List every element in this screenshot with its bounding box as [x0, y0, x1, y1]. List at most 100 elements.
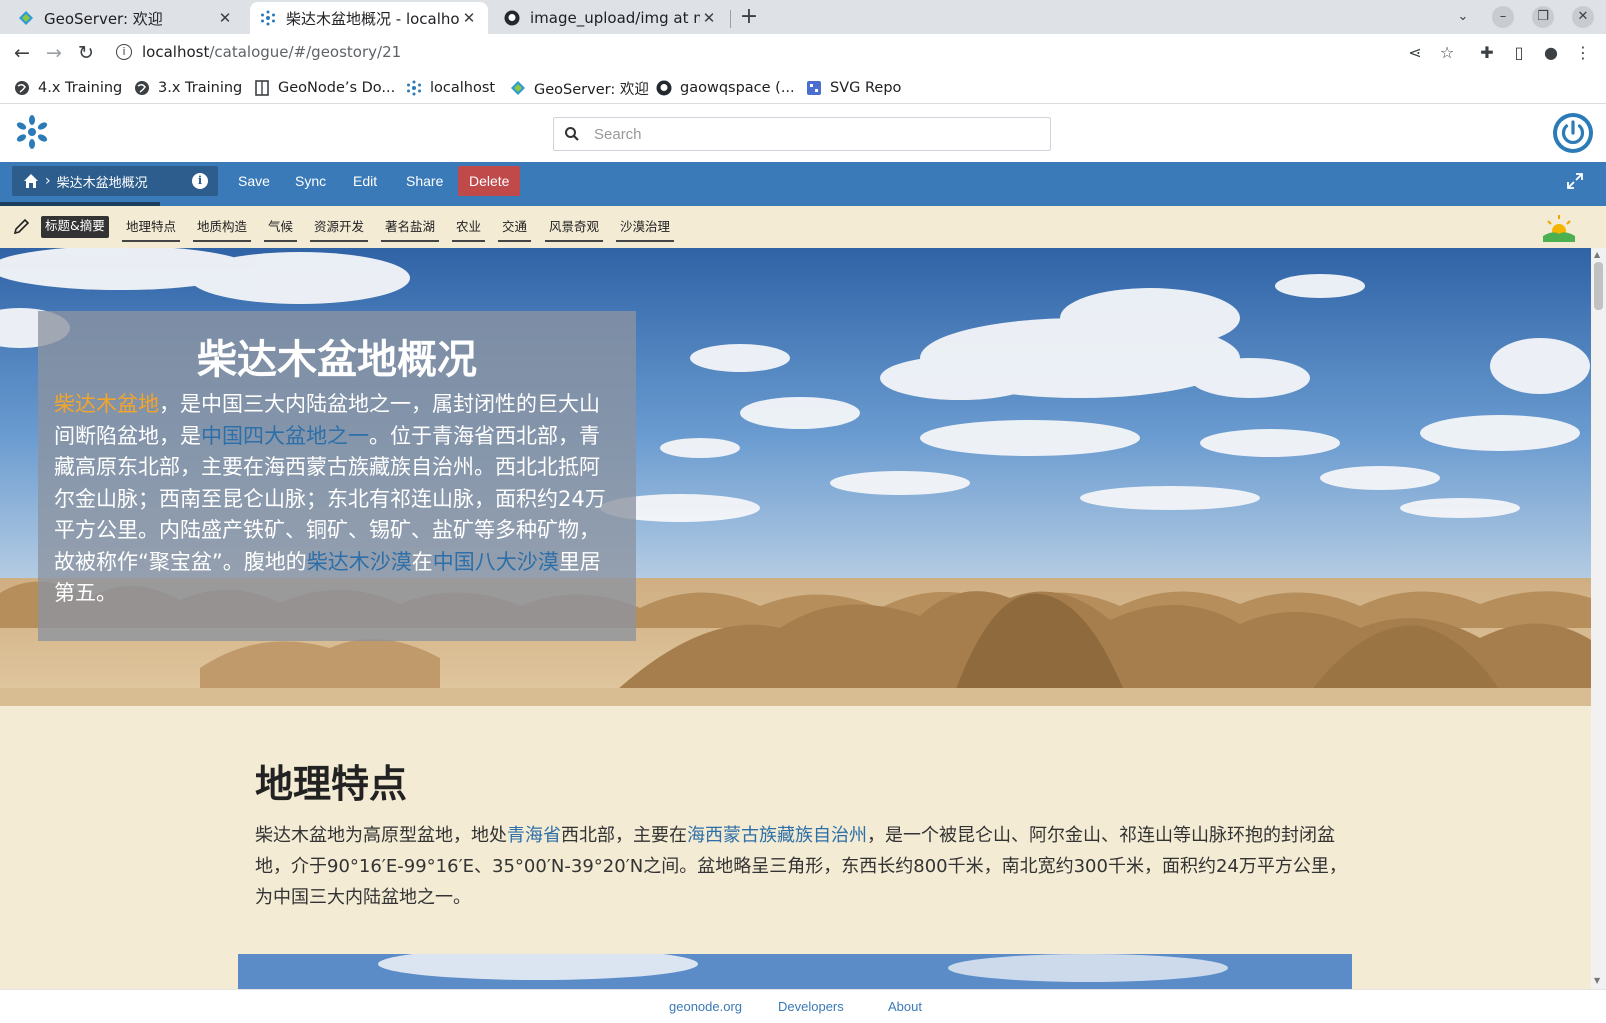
breadcrumb[interactable]: › 柴达木盆地概况 i: [12, 166, 218, 196]
browser-tab-bar: GeoServer: 欢迎 ✕ 柴达木盆地概况 - localhost ✕ im…: [0, 0, 1606, 34]
link-haixi[interactable]: 海西蒙古族藏族自治州: [687, 825, 867, 846]
section-nav-transport[interactable]: 交通: [498, 216, 532, 242]
bookmark-geonode-docs[interactable]: GeoNode’s Do...: [254, 77, 395, 99]
bookmark-label: localhost: [430, 80, 496, 96]
side-panel-icon[interactable]: ▯: [1509, 43, 1529, 63]
restore-button[interactable]: ❐: [1532, 6, 1554, 28]
geostory-toolbar: › 柴达木盆地概况 i Save Sync Edit Share Delete: [0, 162, 1606, 206]
bookmark-gaowqspace[interactable]: gaowqspace (...: [656, 77, 795, 99]
text-span: 柴达木盆地为高原型盆地，地处: [255, 825, 507, 846]
bookmark-localhost[interactable]: localhost: [406, 77, 495, 99]
url-host: localhost: [142, 43, 210, 61]
footer-link-about[interactable]: About: [888, 999, 922, 1014]
tab-search-icon[interactable]: ⌄: [1452, 6, 1474, 28]
chevron-right-icon: ›: [45, 173, 51, 189]
link-chaidamu-desert[interactable]: 柴达木沙漠: [307, 550, 412, 574]
fullscreen-expand-icon[interactable]: [1566, 172, 1584, 190]
content-scrollbar[interactable]: ▲ ▼: [1591, 248, 1606, 989]
geonode-icon: [261, 10, 275, 26]
share-icon[interactable]: ⋖: [1405, 43, 1425, 63]
search-box[interactable]: [553, 117, 1051, 151]
save-button[interactable]: Save: [227, 166, 281, 196]
story-section-nav: 标题&摘要 地理特点 地质构造 气候 资源开发 著名盐湖 农业 交通 风景奇观 …: [0, 206, 1606, 248]
edit-button[interactable]: Edit: [342, 166, 388, 196]
share-button[interactable]: Share: [395, 166, 454, 196]
bookmark-label: GeoServer: 欢迎: [534, 81, 649, 98]
link-eight-deserts[interactable]: 中国八大沙漠: [433, 550, 559, 574]
tab-geostory[interactable]: 柴达木盆地概况 - localhost ✕: [250, 2, 488, 34]
section-nav-title-abstract[interactable]: 标题&摘要: [41, 216, 109, 238]
section-nav-geography[interactable]: 地理特点: [122, 216, 181, 242]
tab-geoserver[interactable]: GeoServer: 欢迎 ✕: [8, 2, 244, 34]
bookmark-label: GeoNode’s Do...: [278, 80, 396, 96]
theme-sun-icon[interactable]: [1543, 214, 1575, 242]
svgrepo-icon: [807, 81, 821, 95]
tab-separator: [730, 10, 731, 28]
section-nav-agriculture[interactable]: 农业: [452, 216, 486, 242]
page-footer: geonode.org Developers About: [0, 989, 1606, 1023]
section-nav-resources[interactable]: 资源开发: [310, 216, 369, 242]
story-title: 柴达木盆地概况: [56, 175, 148, 191]
close-icon[interactable]: ✕: [700, 9, 718, 27]
pencil-edit-icon[interactable]: [12, 218, 30, 236]
sky-image: [238, 954, 1352, 989]
search-icon: [565, 127, 579, 141]
extensions-icon[interactable]: ✚: [1477, 43, 1497, 63]
url-bar[interactable]: i localhost/catalogue/#/geostory/21: [106, 37, 1406, 69]
tab-github[interactable]: image_upload/img at main ✕: [494, 2, 728, 34]
minimize-button[interactable]: –: [1492, 6, 1514, 28]
site-info-icon[interactable]: i: [116, 44, 132, 60]
delete-button[interactable]: Delete: [458, 166, 521, 196]
section-paragraph: 柴达木盆地为高原型盆地，地处青海省西北部，主要在海西蒙古族藏族自治州，是一个被昆…: [255, 820, 1355, 913]
bookmark-geoserver[interactable]: GeoServer: 欢迎: [510, 77, 649, 99]
sync-button[interactable]: Sync: [284, 166, 337, 196]
scroll-up-icon[interactable]: ▲: [1594, 250, 1600, 259]
text-span: 在: [411, 549, 433, 574]
doc-icon: [255, 80, 269, 96]
hero-paragraph: 柴达木盆地，是中国三大内陆盆地之一，属封闭性的巨大山间断陷盆地，是中国四大盆地之…: [54, 389, 620, 610]
close-window-button[interactable]: ✕: [1572, 6, 1594, 28]
url-path: /catalogue/#/geostory/21: [209, 43, 402, 61]
section-nav-geology[interactable]: 地质构造: [193, 216, 252, 242]
power-login-icon[interactable]: [1552, 112, 1594, 154]
scrollbar-thumb[interactable]: [1594, 262, 1603, 310]
footer-link-developers[interactable]: Developers: [778, 999, 844, 1014]
link-four-basins[interactable]: 中国四大盆地之一: [201, 424, 369, 448]
geonode-logo-icon[interactable]: [12, 112, 52, 152]
section-nav-scenery[interactable]: 风景奇观: [545, 216, 604, 242]
text-span: 西北部，主要在: [561, 825, 687, 846]
section-nav-climate[interactable]: 气候: [264, 216, 298, 242]
bookmark-4x-training[interactable]: 4.x Training: [14, 77, 122, 99]
github-icon: [504, 10, 520, 26]
section-geography: 地理特点 柴达木盆地为高原型盆地，地处青海省西北部，主要在海西蒙古族藏族自治州，…: [255, 758, 1355, 913]
section-nav-desert-control[interactable]: 沙漠治理: [616, 216, 675, 242]
bookmark-label: 3.x Training: [158, 80, 243, 96]
reload-button[interactable]: ↻: [74, 41, 98, 65]
footer-link-geonode[interactable]: geonode.org: [669, 999, 742, 1014]
close-icon[interactable]: ✕: [460, 9, 478, 27]
info-icon[interactable]: i: [192, 173, 208, 189]
url-text[interactable]: localhost/catalogue/#/geostory/21: [142, 43, 401, 61]
profile-icon[interactable]: ●: [1541, 43, 1561, 63]
bookmark-label: 4.x Training: [38, 80, 123, 96]
search-input[interactable]: [594, 123, 1034, 145]
geonode-icon: [407, 80, 421, 96]
back-button[interactable]: ←: [10, 41, 34, 65]
menu-icon[interactable]: ⋮: [1573, 43, 1593, 63]
section-nav-salt-lakes[interactable]: 著名盐湖: [381, 216, 440, 242]
scroll-down-icon[interactable]: ▼: [1594, 976, 1600, 985]
home-icon[interactable]: [23, 173, 39, 189]
bookmark-3x-training[interactable]: 3.x Training: [134, 77, 242, 99]
forward-button[interactable]: →: [42, 41, 66, 65]
tab-title: image_upload/img at main: [530, 9, 700, 27]
globe-icon: [15, 81, 29, 95]
bookmark-svg-repo[interactable]: SVG Repo: [806, 77, 901, 99]
section-title: 地理特点: [255, 762, 408, 806]
hero-summary-card: 柴达木盆地概况 柴达木盆地，是中国三大内陆盆地之一，属封闭性的巨大山间断陷盆地，…: [38, 311, 636, 641]
bookmark-star-icon[interactable]: ☆: [1437, 43, 1457, 63]
link-chaidamu-basin[interactable]: 柴达木盆地: [54, 392, 159, 416]
geoserver-icon: [19, 11, 33, 25]
new-tab-button[interactable]: +: [736, 4, 762, 30]
link-qinghai[interactable]: 青海省: [507, 825, 561, 846]
close-icon[interactable]: ✕: [216, 9, 234, 27]
